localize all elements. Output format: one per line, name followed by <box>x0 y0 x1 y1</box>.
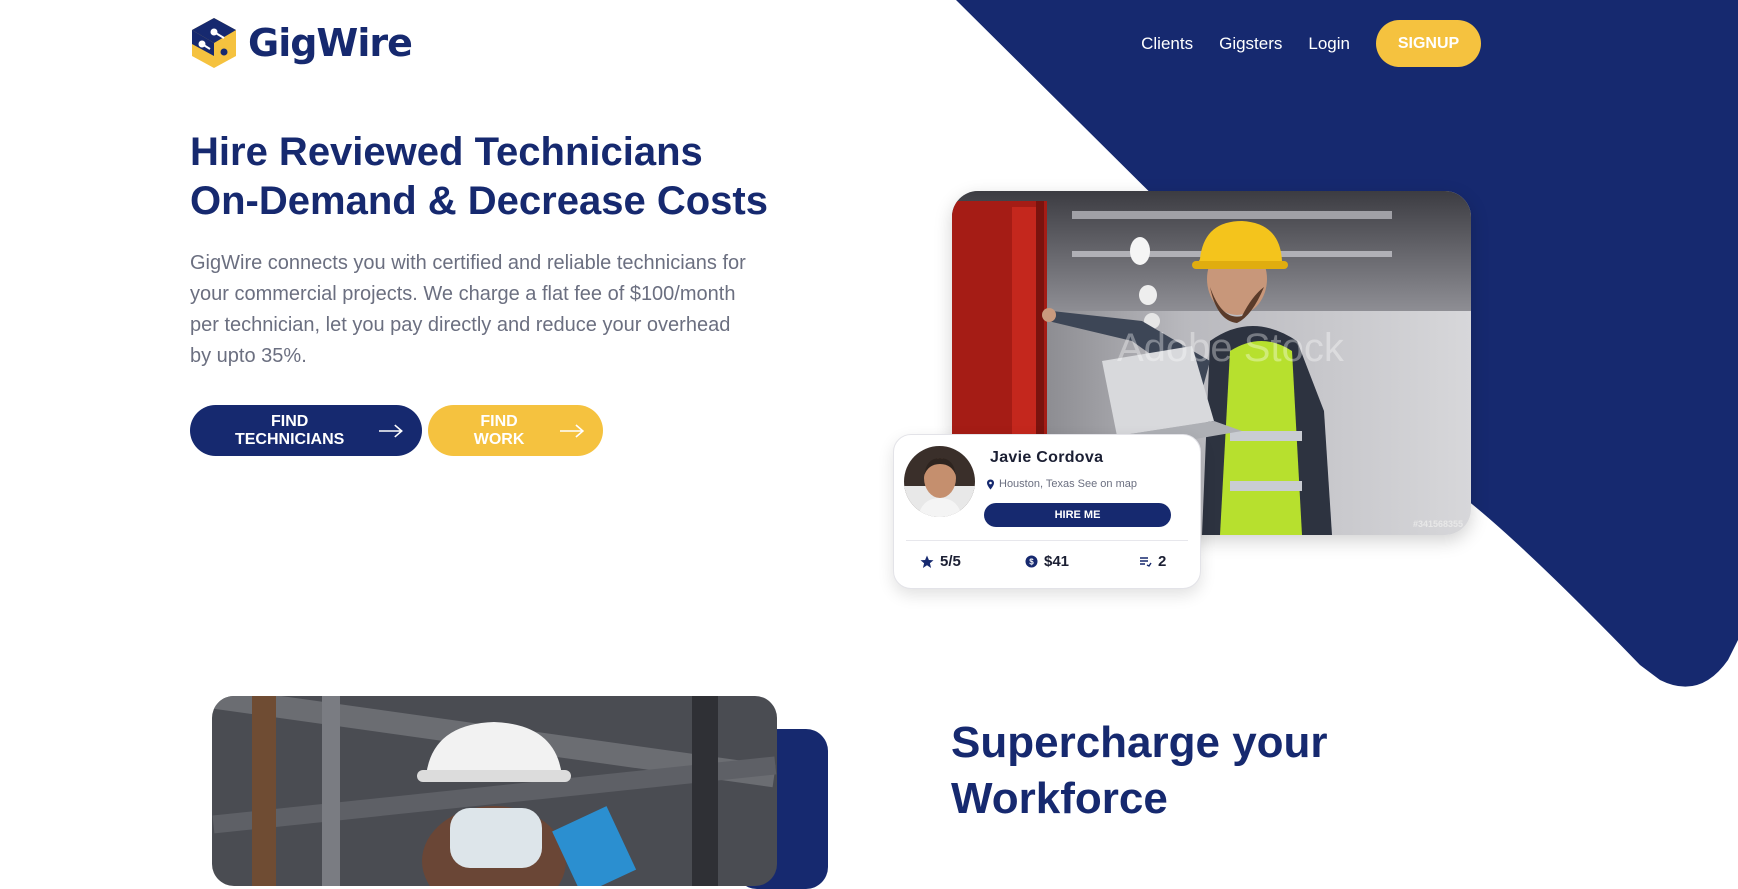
brand-name: GigWire <box>248 21 413 65</box>
location-pin-icon <box>987 479 994 489</box>
section2-title: Supercharge your Workforce <box>951 715 1411 827</box>
rate-stat: $ $41 <box>1025 553 1069 570</box>
rate-value: $41 <box>1044 553 1070 570</box>
signup-button[interactable]: SIGNUP <box>1376 20 1481 67</box>
svg-text:Adobe Stock: Adobe Stock <box>1117 326 1345 370</box>
hero-title-line2: On-Demand & Decrease Costs <box>190 179 768 223</box>
photo-watermark-id: #341568355 <box>1412 519 1463 529</box>
hire-me-button[interactable]: HIRE ME <box>984 503 1171 527</box>
find-work-button[interactable]: FIND WORK <box>428 405 603 456</box>
section2-title-line1: Supercharge your <box>951 718 1328 767</box>
nav-link-clients[interactable]: Clients <box>1141 34 1193 54</box>
find-work-label: FIND WORK <box>473 412 525 448</box>
star-icon <box>920 555 934 568</box>
hero-description: GigWire connects you with certified and … <box>190 252 746 367</box>
find-technicians-button[interactable]: FIND TECHNICIANS <box>190 405 422 456</box>
rating-stat: 5/5 <box>920 553 961 570</box>
avatar <box>904 446 975 517</box>
nav-link-gigsters[interactable]: Gigsters <box>1219 34 1282 54</box>
dollar-coin-icon: $ <box>1025 555 1038 568</box>
inspector-photo <box>212 696 777 886</box>
find-technicians-label: FIND TECHNICIANS <box>234 412 345 448</box>
rating-value: 5/5 <box>940 553 961 570</box>
gigwire-logo-icon <box>192 18 236 68</box>
arrow-right-icon <box>560 423 585 438</box>
technician-name: Javie Cordova <box>990 449 1104 466</box>
card-divider <box>906 540 1188 541</box>
hero-title: Hire Reviewed Technicians On-Demand & De… <box>190 128 810 226</box>
arrow-right-icon <box>379 423 404 438</box>
location-text: Houston, Texas See on map <box>999 478 1137 490</box>
nav-link-login[interactable]: Login <box>1308 34 1350 54</box>
hero-title-line1: Hire Reviewed Technicians <box>190 130 703 174</box>
jobs-value: 2 <box>1158 553 1167 570</box>
technician-profile-card: Javie Cordova Houston, Texas See on map … <box>893 434 1201 589</box>
list-icon <box>1140 557 1152 567</box>
jobs-stat: 2 <box>1139 553 1166 570</box>
hero-actions: FIND TECHNICIANS FIND WORK <box>190 405 603 456</box>
svg-text:$: $ <box>1029 558 1034 567</box>
top-nav: Clients Gigsters Login SIGNUP <box>1115 20 1481 67</box>
brand-logo[interactable]: GigWire <box>190 16 413 70</box>
section2-title-line2: Workforce <box>951 774 1168 823</box>
technician-location[interactable]: Houston, Texas See on map <box>986 478 1137 490</box>
